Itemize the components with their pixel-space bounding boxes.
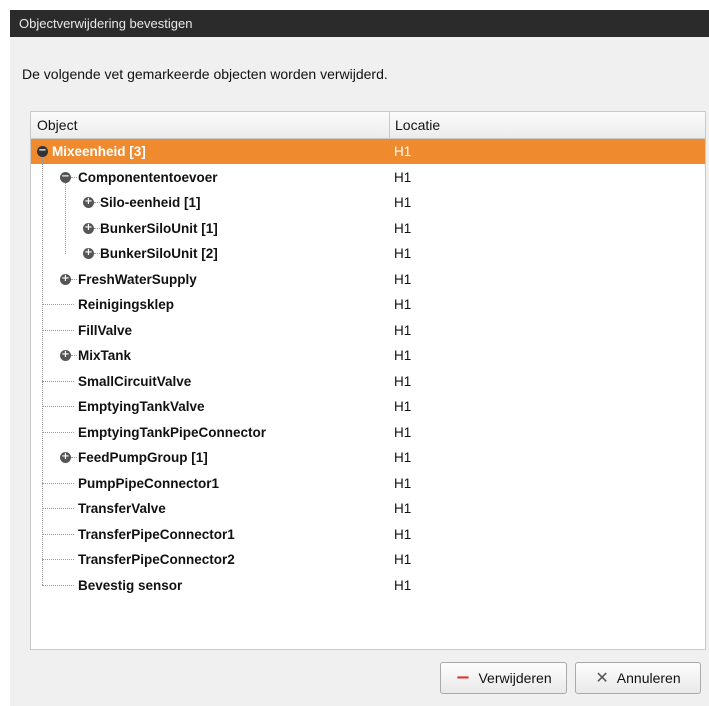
tree-row-name: Reinigingsklep bbox=[78, 297, 175, 312]
tree-row-location: H1 bbox=[394, 195, 412, 210]
dialog-title: Objectverwijdering bevestigen bbox=[10, 10, 709, 37]
tree-row-name: EmptyingTankPipeConnector bbox=[78, 424, 267, 440]
tree-row-location: H1 bbox=[394, 169, 412, 185]
tree-connector bbox=[42, 559, 74, 560]
tree-connector bbox=[42, 304, 74, 305]
tree-connector bbox=[71, 457, 77, 458]
column-header-object[interactable]: Object bbox=[37, 112, 77, 138]
tree-row-name: Componententoevoer bbox=[78, 169, 218, 185]
tree-row[interactable]: TransferValve H1 bbox=[31, 496, 705, 521]
tree-row-location: H1 bbox=[394, 526, 412, 542]
column-header-location[interactable]: Locatie bbox=[395, 112, 440, 138]
expand-icon[interactable]: + bbox=[83, 197, 94, 208]
tree-row-name: TransferPipeConnector2 bbox=[78, 552, 235, 567]
tree-connector bbox=[42, 406, 74, 407]
tree-guide-line bbox=[65, 183, 66, 254]
tree-row-name: PumpPipeConnector1 bbox=[78, 475, 220, 491]
tree-row[interactable]: − Componententoevoer H1 bbox=[31, 165, 705, 190]
object-tree[interactable]: Object Locatie − Mixeenheid [3] H1− Compone… bbox=[30, 111, 706, 650]
tree-row-location: H1 bbox=[394, 271, 412, 287]
cancel-button[interactable]: ✕ Annuleren bbox=[575, 662, 701, 694]
tree-row-location: H1 bbox=[394, 348, 412, 363]
tree-row-name: BunkerSiloUnit [2] bbox=[100, 246, 218, 261]
delete-button-label: Verwijderen bbox=[478, 670, 552, 686]
delete-button[interactable]: − Verwijderen bbox=[440, 662, 567, 694]
tree-row[interactable]: EmptyingTankPipeConnector H1 bbox=[31, 420, 705, 445]
expand-icon[interactable]: + bbox=[60, 350, 71, 361]
tree-row-location: H1 bbox=[394, 475, 412, 491]
tree-row[interactable]: FillValve H1 bbox=[31, 318, 705, 343]
tree-row[interactable]: Reinigingsklep H1 bbox=[31, 292, 705, 317]
tree-row-name: Bevestig sensor bbox=[78, 577, 183, 593]
tree-connector bbox=[42, 329, 74, 331]
tree-header: Object Locatie bbox=[31, 112, 705, 139]
tree-row-name: FreshWaterSupply bbox=[78, 271, 197, 287]
tree-connector bbox=[71, 355, 77, 356]
tree-guide-line bbox=[42, 157, 43, 586]
tree-row-location: H1 bbox=[394, 424, 412, 440]
tree-row-location: H1 bbox=[394, 373, 412, 389]
minus-icon: − bbox=[455, 667, 471, 688]
tree-row-location: H1 bbox=[394, 144, 412, 159]
tree-row-name: FillValve bbox=[78, 322, 133, 338]
tree-row-location: H1 bbox=[394, 220, 412, 236]
tree-connector bbox=[42, 584, 74, 586]
expand-icon[interactable]: + bbox=[60, 452, 71, 463]
tree-row-location: H1 bbox=[394, 577, 412, 593]
tree-row-name: SmallCircuitValve bbox=[78, 373, 192, 389]
tree-row[interactable]: TransferPipeConnector1 H1 bbox=[31, 522, 705, 547]
tree-connector bbox=[42, 380, 74, 382]
expand-icon[interactable]: + bbox=[83, 222, 94, 234]
tree-row[interactable]: + FreshWaterSupply H1 bbox=[31, 267, 705, 292]
tree-row[interactable]: EmptyingTankValve H1 bbox=[31, 394, 705, 419]
tree-row[interactable]: SmallCircuitValve H1 bbox=[31, 369, 705, 394]
tree-row-location: H1 bbox=[394, 552, 412, 567]
close-icon: ✕ bbox=[595, 668, 609, 687]
tree-row-location: H1 bbox=[394, 246, 412, 261]
tree-row-name: EmptyingTankValve bbox=[78, 399, 205, 414]
column-separator[interactable] bbox=[389, 112, 390, 138]
tree-connector bbox=[71, 278, 77, 280]
tree-row[interactable]: + FeedPumpGroup [1] H1 bbox=[31, 445, 705, 470]
tree-connector bbox=[42, 482, 74, 484]
expand-icon[interactable]: + bbox=[60, 273, 71, 285]
tree-row-name: Mixeenheid [3] bbox=[52, 144, 146, 159]
tree-row[interactable]: PumpPipeConnector1 H1 bbox=[31, 471, 705, 496]
collapse-icon[interactable]: − bbox=[60, 171, 71, 183]
tree-row[interactable]: TransferPipeConnector2 H1 bbox=[31, 547, 705, 572]
cancel-button-label: Annuleren bbox=[616, 670, 681, 686]
tree-row-location: H1 bbox=[394, 297, 412, 312]
tree-connector bbox=[42, 533, 74, 535]
tree-row-name: TransferPipeConnector1 bbox=[78, 526, 235, 542]
tree-row-location: H1 bbox=[394, 501, 412, 516]
tree-row[interactable]: + BunkerSiloUnit [1] H1 bbox=[31, 216, 705, 241]
tree-row-name: FeedPumpGroup [1] bbox=[78, 450, 208, 465]
tree-row-name: TransferValve bbox=[78, 501, 166, 516]
tree-row[interactable]: + MixTank H1 bbox=[31, 343, 705, 368]
tree-connector bbox=[71, 176, 77, 178]
tree-row-name: BunkerSiloUnit [1] bbox=[100, 220, 218, 236]
tree-row-location: H1 bbox=[394, 450, 412, 465]
dialog-message: De volgende vet gemarkeerde objecten wor… bbox=[22, 66, 388, 82]
tree-row-location: H1 bbox=[394, 399, 412, 414]
tree-row-location: H1 bbox=[394, 322, 412, 338]
expand-icon[interactable]: + bbox=[83, 248, 94, 259]
tree-row-name: MixTank bbox=[78, 348, 132, 363]
collapse-icon[interactable]: − bbox=[37, 146, 48, 157]
tree-row[interactable]: + BunkerSiloUnit [2] H1 bbox=[31, 241, 705, 266]
tree-connector bbox=[42, 431, 74, 433]
tree-row-name: Silo-eenheid [1] bbox=[100, 195, 201, 210]
tree-row[interactable]: + Silo-eenheid [1] H1 bbox=[31, 190, 705, 215]
tree-connector bbox=[42, 508, 74, 509]
tree-row[interactable]: − Mixeenheid [3] H1 bbox=[31, 139, 705, 164]
tree-row[interactable]: Bevestig sensor H1 bbox=[31, 573, 705, 598]
